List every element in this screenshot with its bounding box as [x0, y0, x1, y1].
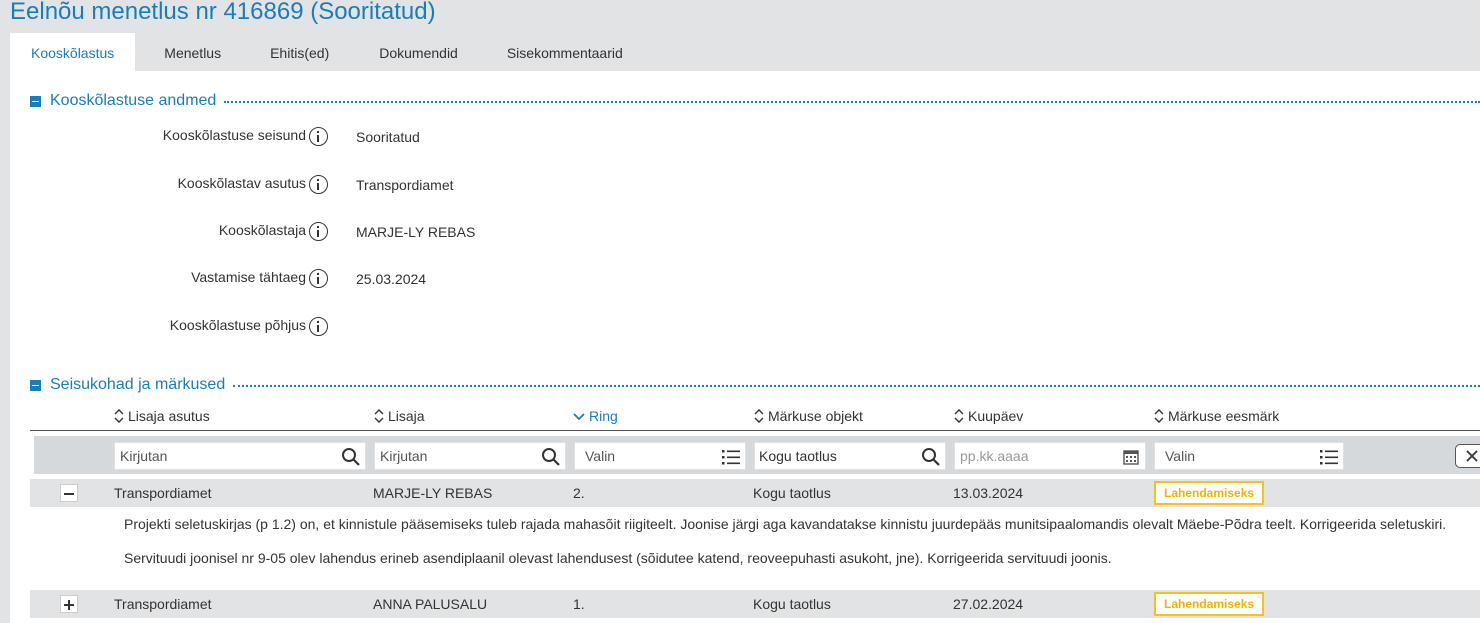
sort-icon	[954, 409, 964, 423]
column-label: Märkuse eesmärk	[1168, 408, 1280, 424]
field-value: MARJE-LY REBAS	[356, 224, 476, 240]
comment-text: Projekti seletuskirjas (p 1.2) on, et ki…	[124, 516, 1447, 532]
column-label: Kuupäev	[968, 408, 1024, 424]
sort-icon	[374, 409, 384, 423]
filter-lisaja	[374, 442, 566, 470]
filter-markuse-objekt	[754, 442, 946, 470]
cell-markuse-objekt: Kogu taotlus	[753, 596, 831, 612]
search-icon[interactable]	[541, 447, 561, 467]
section-divider	[233, 385, 1480, 387]
section-title: Kooskõlastuse andmed	[50, 92, 217, 109]
table-row[interactable]: Transpordiamet ANNA PALUSALU 1. Kogu tao…	[30, 590, 1480, 618]
field-label: Vastamise tähtaeg	[191, 269, 306, 285]
column-label: Lisaja	[388, 408, 425, 424]
search-icon[interactable]	[921, 447, 941, 467]
calendar-icon[interactable]	[1121, 447, 1141, 467]
filter-lisaja-asutus	[114, 442, 366, 470]
filter-lisaja-input[interactable]	[375, 443, 535, 469]
filter-ring-select[interactable]	[575, 443, 715, 469]
column-label: Lisaja asutus	[128, 408, 210, 424]
column-label: Ring	[589, 408, 618, 424]
filter-markuse-eesmark	[1154, 442, 1344, 470]
section-divider	[224, 101, 1480, 103]
info-icon[interactable]	[309, 222, 328, 241]
collapse-icon[interactable]	[30, 95, 41, 107]
field-tahtaeg: Vastamise tähtaeg 25.03.2024	[10, 269, 610, 291]
comment-text: Servituudi joonisel nr 9-05 olev lahendu…	[124, 550, 1112, 566]
column-header-markuse-eesmark[interactable]: Märkuse eesmärk	[1154, 408, 1279, 424]
close-icon	[1466, 450, 1478, 462]
cell-lisaja: ANNA PALUSALU	[373, 596, 488, 612]
cell-ring: 1.	[573, 596, 585, 612]
list-icon[interactable]	[721, 447, 741, 467]
filter-bar	[34, 436, 1480, 474]
table-row[interactable]: Transpordiamet MARJE-LY REBAS 2. Kogu ta…	[30, 479, 1480, 507]
section-seisukohad-header: Seisukohad ja märkused	[30, 375, 1480, 395]
filter-markuse-objekt-input[interactable]	[755, 443, 915, 469]
filter-markuse-eesmark-select[interactable]	[1155, 443, 1305, 469]
filter-ring	[574, 442, 746, 470]
field-value: Transpordiamet	[356, 177, 454, 193]
clear-filters-button[interactable]	[1455, 444, 1480, 468]
info-icon[interactable]	[309, 127, 328, 146]
sort-icon	[114, 409, 124, 423]
column-header-kuupaev[interactable]: Kuupäev	[954, 408, 1023, 424]
tab-sisekommentaarid[interactable]: Sisekommentaarid	[486, 33, 644, 71]
cell-lisaja-asutus: Transpordiamet	[114, 596, 212, 612]
tab-bar: Kooskõlastus Menetlus Ehitis(ed) Dokumen…	[10, 33, 644, 71]
field-label: Kooskõlastaja	[218, 222, 306, 238]
field-asutus: Kooskõlastav asutus Transpordiamet	[10, 175, 610, 197]
collapse-row-button[interactable]	[60, 484, 78, 502]
section-kooskolastuse-andmed-header: Kooskõlastuse andmed	[30, 91, 1480, 111]
list-icon[interactable]	[1319, 447, 1339, 467]
field-label: Kooskõlastuse seisund	[162, 127, 306, 143]
info-icon[interactable]	[309, 317, 328, 336]
column-header-markuse-objekt[interactable]: Märkuse objekt	[754, 408, 863, 424]
field-value: Sooritatud	[356, 129, 420, 145]
cell-ring: 2.	[573, 485, 585, 501]
cell-kuupaev: 27.02.2024	[953, 596, 1024, 612]
tab-menetlus[interactable]: Menetlus	[143, 33, 242, 71]
cell-lisaja: MARJE-LY REBAS	[373, 485, 493, 501]
field-value: 25.03.2024	[356, 271, 427, 287]
sort-icon	[1154, 409, 1164, 423]
sort-desc-icon	[573, 413, 585, 421]
filter-lisaja-asutus-input[interactable]	[115, 443, 315, 469]
tab-ehitised[interactable]: Ehitis(ed)	[249, 33, 350, 71]
tab-kooskolastus[interactable]: Kooskõlastus	[10, 33, 136, 71]
tab-dokumendid[interactable]: Dokumendid	[358, 33, 479, 71]
column-header-ring[interactable]: Ring	[573, 408, 618, 424]
status-badge: Lahendamiseks	[1154, 481, 1265, 505]
sort-icon	[754, 409, 764, 423]
info-icon[interactable]	[309, 175, 328, 194]
filter-kuupaev	[954, 442, 1146, 470]
cell-kuupaev: 13.03.2024	[953, 485, 1024, 501]
field-pohjus: Kooskõlastuse põhjus	[10, 317, 610, 339]
page-title: Eelnõu menetlus nr 416869 (Sooritatud)	[10, 0, 436, 25]
section-title: Seisukohad ja märkused	[50, 376, 226, 393]
column-header-lisaja[interactable]: Lisaja	[374, 408, 425, 424]
column-label: Märkuse objekt	[768, 408, 863, 424]
minus-icon	[64, 493, 74, 495]
field-label: Kooskõlastuse põhjus	[169, 317, 306, 333]
collapse-icon[interactable]	[30, 379, 41, 391]
field-label: Kooskõlastav asutus	[177, 175, 306, 191]
table-header-divider	[30, 430, 1480, 431]
field-seisund: Kooskõlastuse seisund Sooritatud	[10, 127, 610, 149]
cell-lisaja-asutus: Transpordiamet	[114, 485, 212, 501]
info-icon[interactable]	[309, 269, 328, 288]
content-panel: Kooskõlastuse andmed Kooskõlastuse seisu…	[10, 71, 1480, 623]
expand-row-button[interactable]	[60, 595, 78, 613]
status-badge: Lahendamiseks	[1154, 592, 1265, 616]
search-icon[interactable]	[341, 447, 361, 467]
cell-markuse-objekt: Kogu taotlus	[753, 485, 831, 501]
column-header-lisaja-asutus[interactable]: Lisaja asutus	[114, 408, 210, 424]
field-kooskolastaja: Kooskõlastaja MARJE-LY REBAS	[10, 222, 610, 244]
filter-kuupaev-input[interactable]	[955, 443, 1115, 469]
